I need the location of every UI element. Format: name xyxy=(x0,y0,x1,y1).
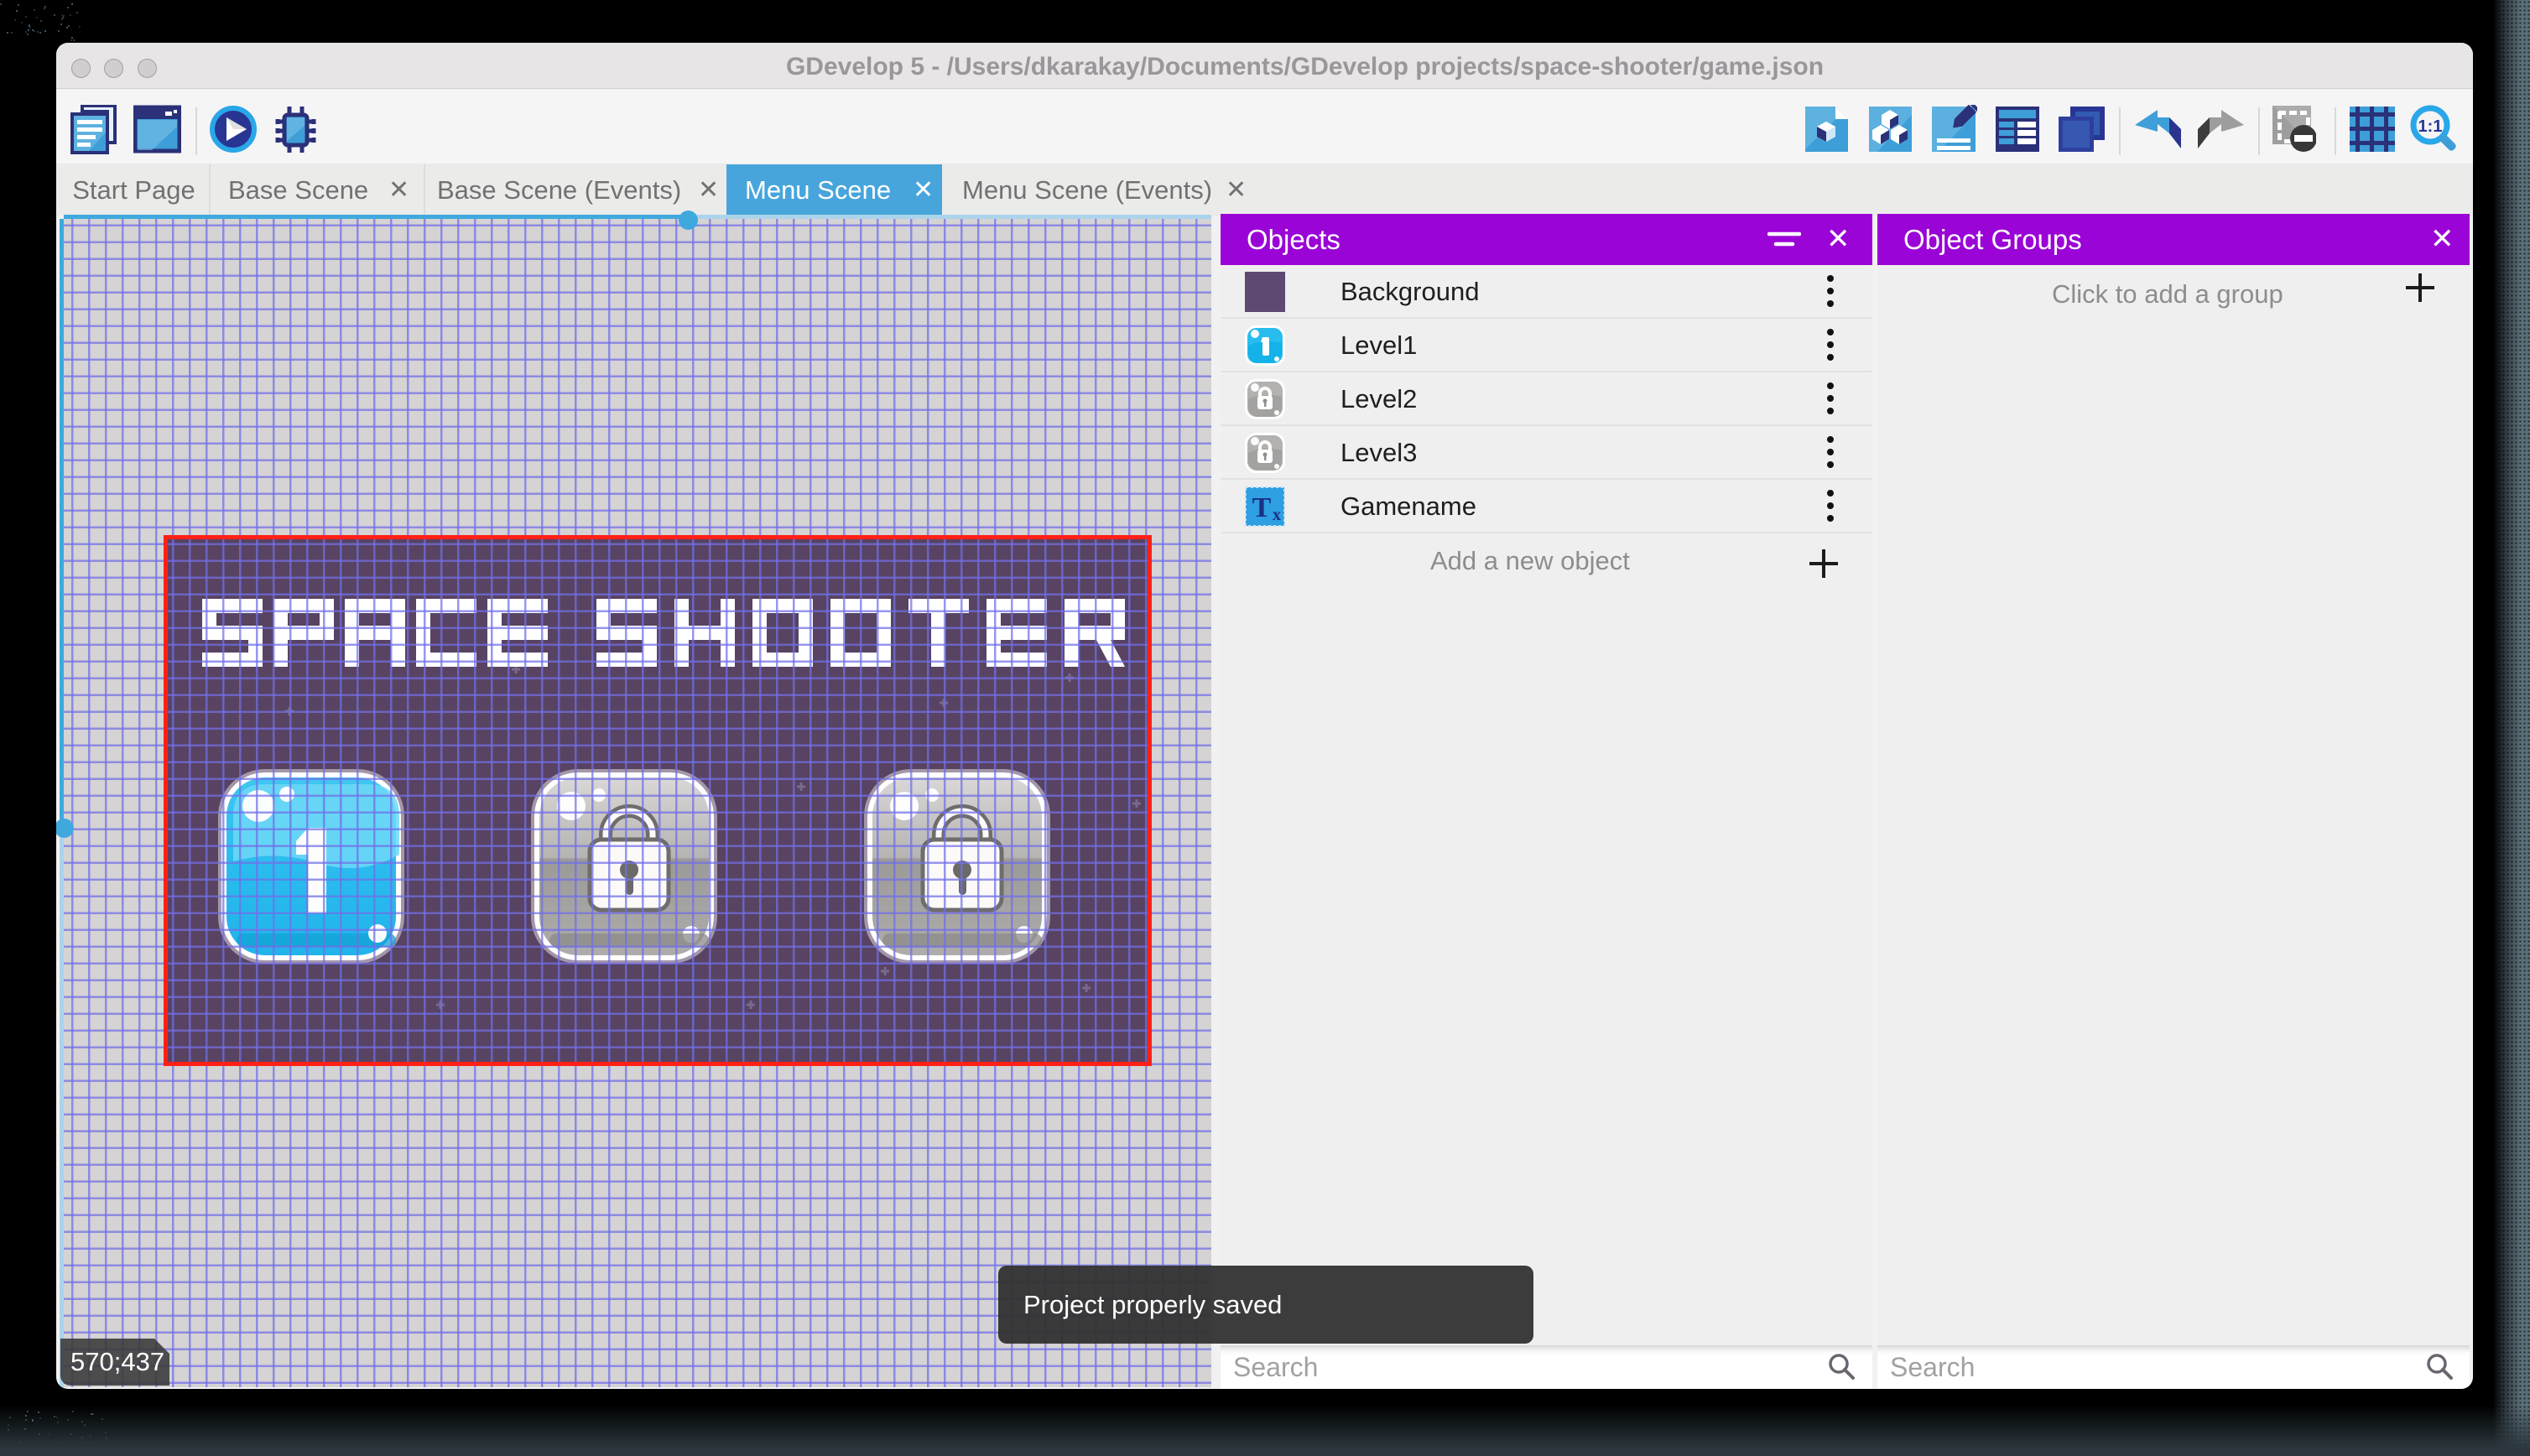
svg-text:T: T xyxy=(1252,492,1272,523)
svg-text:x: x xyxy=(1273,506,1281,524)
svg-text:1:1: 1:1 xyxy=(2418,117,2443,136)
